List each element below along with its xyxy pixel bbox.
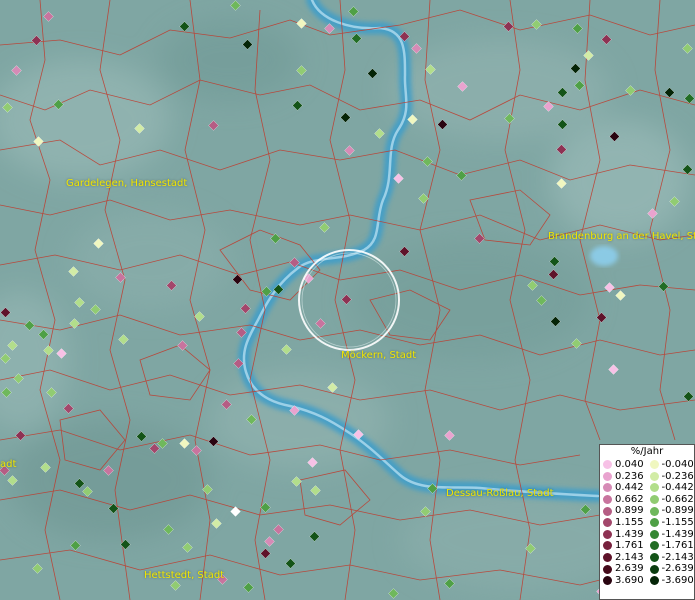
legend-value: -3.690	[661, 574, 694, 586]
legend-value: -1.155	[661, 516, 694, 528]
legend-value: -2.143	[661, 551, 694, 563]
city-label-brandenburg: Brandenburg an der Havel, St	[548, 231, 695, 242]
legend-row: 1.439 -1.439	[601, 529, 694, 541]
legend-value: -2.639	[661, 563, 694, 575]
legend-swatch	[649, 553, 659, 563]
legend-value: -1.439	[661, 528, 694, 540]
legend-value: 0.899	[615, 505, 644, 517]
legend-row: 2.143 -2.143	[601, 552, 694, 564]
legend-value: -1.761	[661, 540, 694, 552]
legend-swatch	[649, 564, 659, 574]
legend: %/Jahr 0.040 -0.040 0.236 -0.236 0.442 -0.442…	[599, 444, 695, 600]
legend-value: 3.690	[615, 574, 644, 586]
legend-row: 3.690 -3.690	[601, 575, 694, 587]
city-label-gardelegen: Gardelegen, Hansestadt	[66, 178, 188, 189]
legend-swatch	[603, 529, 612, 539]
legend-swatch	[603, 564, 612, 574]
legend-swatch	[603, 541, 612, 551]
legend-swatch	[603, 471, 612, 481]
legend-swatch	[603, 518, 612, 528]
city-label-hettstedt: Hettstedt, Stadt	[144, 570, 225, 581]
legend-value: 1.439	[615, 528, 644, 540]
legend-row: 1.155 -1.155	[601, 517, 694, 529]
legend-swatch	[603, 495, 612, 505]
legend-value: 0.236	[615, 470, 644, 482]
legend-value: -0.899	[661, 505, 694, 517]
legend-row: 0.662 -0.662	[601, 494, 694, 506]
legend-value: 1.155	[615, 516, 644, 528]
city-label-partial: adt	[0, 459, 17, 470]
legend-value: 1.761	[615, 540, 644, 552]
legend-swatch	[649, 541, 659, 551]
legend-row: 0.236 -0.236	[601, 471, 694, 483]
legend-swatch	[603, 576, 612, 586]
legend-swatch	[603, 553, 612, 563]
city-label-moeckern: Möckern, Stadt	[341, 350, 417, 361]
legend-swatch	[649, 495, 659, 505]
legend-row: 0.442 -0.442	[601, 482, 694, 494]
map-canvas[interactable]	[0, 0, 695, 600]
legend-swatch	[649, 529, 659, 539]
lake	[590, 246, 618, 266]
legend-swatch	[649, 518, 659, 528]
legend-value: -0.040	[661, 459, 694, 470]
legend-row: 0.040 -0.040	[601, 459, 694, 471]
legend-value: 0.040	[615, 459, 644, 470]
legend-value: 2.143	[615, 551, 644, 563]
legend-row: 0.899 -0.899	[601, 505, 694, 517]
legend-swatch	[603, 460, 612, 470]
legend-row: 1.761 -1.761	[601, 540, 694, 552]
legend-value: -0.236	[661, 470, 694, 482]
legend-swatch	[603, 483, 612, 493]
legend-swatch	[649, 483, 659, 493]
city-label-dessau: Dessau-Roßlau, Stadt	[446, 488, 554, 499]
legend-swatch	[649, 506, 659, 516]
legend-swatch	[649, 576, 659, 586]
legend-value: 0.442	[615, 482, 644, 494]
legend-row: 2.639 -2.639	[601, 563, 694, 575]
legend-value: -0.662	[661, 493, 694, 505]
legend-value: -0.442	[661, 482, 694, 494]
legend-swatch	[649, 471, 659, 481]
legend-value: 2.639	[615, 563, 644, 575]
legend-swatch	[603, 506, 612, 516]
legend-value: 0.662	[615, 493, 644, 505]
legend-swatch	[649, 460, 659, 470]
legend-title: %/Jahr	[630, 446, 664, 457]
legend-rows: 0.040 -0.040 0.236 -0.236 0.442 -0.442 0.662 -0…	[601, 459, 694, 587]
